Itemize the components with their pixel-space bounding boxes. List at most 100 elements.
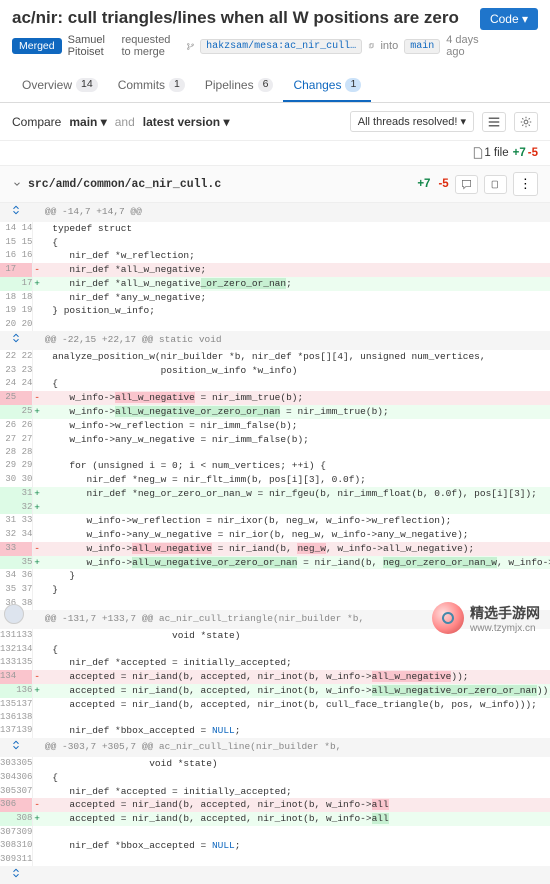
diff-line[interactable]: 25 - w_info->all_w_negative = nir_imm_tr…: [0, 391, 550, 405]
diff-line[interactable]: 137 139 nir_def *bbox_accepted = NULL;: [0, 724, 550, 738]
hunk-header: @@ -303,7 +305,7 @@ ac_nir_cull_line(nir…: [41, 738, 550, 757]
diff-line[interactable]: 304 306 {: [0, 771, 550, 785]
line-num-new: 22: [16, 350, 33, 364]
line-num-old: 17: [0, 263, 16, 277]
chevron-down-icon[interactable]: [12, 179, 22, 189]
diff-line[interactable]: 35 37 }: [0, 583, 550, 597]
diff-line[interactable]: 136 138: [0, 711, 550, 724]
diff-sign: -: [33, 391, 41, 405]
code-button[interactable]: Code ▾: [480, 8, 538, 30]
code-content: [41, 853, 550, 866]
diff-sign: [33, 771, 41, 785]
diff-line[interactable]: 25 + w_info->all_w_negative_or_zero_or_n…: [0, 405, 550, 419]
settings-icon[interactable]: [514, 112, 538, 132]
line-num-new: 137: [16, 698, 33, 712]
diff-line[interactable]: 31 33 w_info->w_reflection = nir_ixor(b,…: [0, 514, 550, 528]
diff-sign: +: [33, 405, 41, 419]
diff-line[interactable]: 31 + nir_def *neg_or_zero_or_nan_w = nir…: [0, 487, 550, 501]
diff-sign: -: [33, 542, 41, 556]
tab-commits[interactable]: Commits1: [108, 70, 195, 102]
line-num-new: 308: [16, 812, 33, 826]
diff-line[interactable]: 303 305 void *state): [0, 757, 550, 771]
diff-sign: [33, 222, 41, 236]
diff-line[interactable]: 135 137 accepted = nir_iand(b, accepted,…: [0, 698, 550, 712]
diff-line[interactable]: 133 135 nir_def *accepted = initially_ac…: [0, 656, 550, 670]
diff-line[interactable]: 32 +: [0, 501, 550, 515]
line-num-old: 32: [0, 528, 16, 542]
diff-line[interactable]: 23 23 position_w_info *w_info): [0, 364, 550, 378]
diff-line[interactable]: 27 27 w_info->any_w_negative = nir_imm_f…: [0, 433, 550, 447]
target-branch[interactable]: main: [404, 39, 440, 54]
diff-line[interactable]: 26 26 w_info->w_reflection = nir_imm_fal…: [0, 419, 550, 433]
source-branch[interactable]: hakzsam/mesa:ac_nir_cull…: [200, 39, 362, 54]
diff-line[interactable]: 34 36 }: [0, 569, 550, 583]
diff-line[interactable]: 14 14 typedef struct: [0, 222, 550, 236]
diff-line[interactable]: 134 - accepted = nir_iand(b, accepted, n…: [0, 670, 550, 684]
diff-line[interactable]: 18 18 nir_def *any_w_negative;: [0, 291, 550, 305]
more-icon[interactable]: ⋮: [513, 172, 538, 196]
line-num-new: 27: [16, 433, 33, 447]
line-num-new: 28: [16, 446, 33, 459]
diff-line[interactable]: 132 134 {: [0, 643, 550, 657]
tab-label: Pipelines: [205, 78, 254, 92]
compare-base[interactable]: main ▾: [69, 115, 106, 129]
diff-line[interactable]: 16 16 nir_def *w_reflection;: [0, 249, 550, 263]
diff-line[interactable]: 306 - accepted = nir_iand(b, accepted, n…: [0, 798, 550, 812]
tab-changes[interactable]: Changes1: [283, 70, 371, 102]
diff-line[interactable]: 28 28: [0, 446, 550, 459]
diff-sign: +: [33, 684, 41, 698]
tree-view-icon[interactable]: [482, 112, 506, 132]
expand-icon[interactable]: [0, 738, 33, 757]
diff-line[interactable]: 22 22 analyze_position_w(nir_builder *b,…: [0, 350, 550, 364]
code-content: accepted = nir_iand(b, accepted, nir_ino…: [41, 684, 550, 698]
line-num-old: 24: [0, 377, 16, 391]
copy-path-icon[interactable]: [484, 175, 507, 194]
diff-line[interactable]: 20 20: [0, 318, 550, 331]
diff-line[interactable]: 15 15 {: [0, 236, 550, 250]
compare-head[interactable]: latest version ▾: [143, 115, 230, 129]
diff-line[interactable]: 136 + accepted = nir_iand(b, accepted, n…: [0, 684, 550, 698]
diff-line[interactable]: 308 310 nir_def *bbox_accepted = NULL;: [0, 839, 550, 853]
diff-line[interactable]: 305 307 nir_def *accepted = initially_ac…: [0, 785, 550, 799]
diff-line[interactable]: 19 19 } position_w_info;: [0, 304, 550, 318]
copy-icon[interactable]: [368, 41, 374, 51]
code-content: w_info->all_w_negative = nir_imm_true(b)…: [41, 391, 550, 405]
diff-line[interactable]: 307 309: [0, 826, 550, 839]
diff-sign: [33, 364, 41, 378]
diff-line[interactable]: 24 24 {: [0, 377, 550, 391]
file-path[interactable]: src/amd/common/ac_nir_cull.c: [28, 178, 221, 191]
diff-line[interactable]: 32 34 w_info->any_w_negative = nir_ior(b…: [0, 528, 550, 542]
expand-icon[interactable]: [0, 331, 33, 350]
diff-line[interactable]: 33 - w_info->all_w_negative = nir_iand(b…: [0, 542, 550, 556]
author-name[interactable]: Samuel Pitoiset: [68, 34, 116, 58]
mr-title: ac/nir: cull triangles/lines when all W …: [12, 8, 480, 28]
diff-line[interactable]: 131 133 void *state): [0, 629, 550, 643]
diff-line[interactable]: 30 30 nir_def *neg_w = nir_flt_imm(b, po…: [0, 473, 550, 487]
expand-icon[interactable]: [0, 203, 33, 222]
line-num-new: 25: [16, 405, 33, 419]
line-num-old: [0, 501, 16, 515]
expand-icon[interactable]: [0, 866, 33, 884]
diff-line[interactable]: 17 + nir_def *all_w_negative_or_zero_or_…: [0, 277, 550, 291]
line-num-old: 23: [0, 364, 16, 378]
line-num-old: 16: [0, 249, 16, 263]
tab-pipelines[interactable]: Pipelines 6: [195, 70, 284, 102]
diff-line[interactable]: 17 - nir_def *all_w_negative;: [0, 263, 550, 277]
line-num-new: 17: [16, 277, 33, 291]
file-icon: [472, 147, 484, 159]
line-num-new: 16: [16, 249, 33, 263]
code-content: [41, 501, 550, 515]
diff-line[interactable]: 309 311: [0, 853, 550, 866]
diff-sign: [33, 583, 41, 597]
diff-line[interactable]: 308 + accepted = nir_iand(b, accepted, n…: [0, 812, 550, 826]
line-num-old: [0, 405, 16, 419]
comment-icon[interactable]: [455, 175, 478, 194]
tab-overview[interactable]: Overview14: [12, 70, 108, 102]
diff-line[interactable]: 35 + w_info->all_w_negative_or_zero_or_n…: [0, 556, 550, 570]
diff-line[interactable]: 29 29 for (unsigned i = 0; i < num_verti…: [0, 459, 550, 473]
hunk-header: @@ -14,7 +14,7 @@: [41, 203, 550, 222]
tab-count: 6: [258, 78, 274, 92]
diff-line[interactable]: 36 38: [0, 597, 550, 610]
threads-resolved-button[interactable]: All threads resolved! ▾: [350, 111, 474, 132]
user-avatar[interactable]: [4, 604, 24, 624]
